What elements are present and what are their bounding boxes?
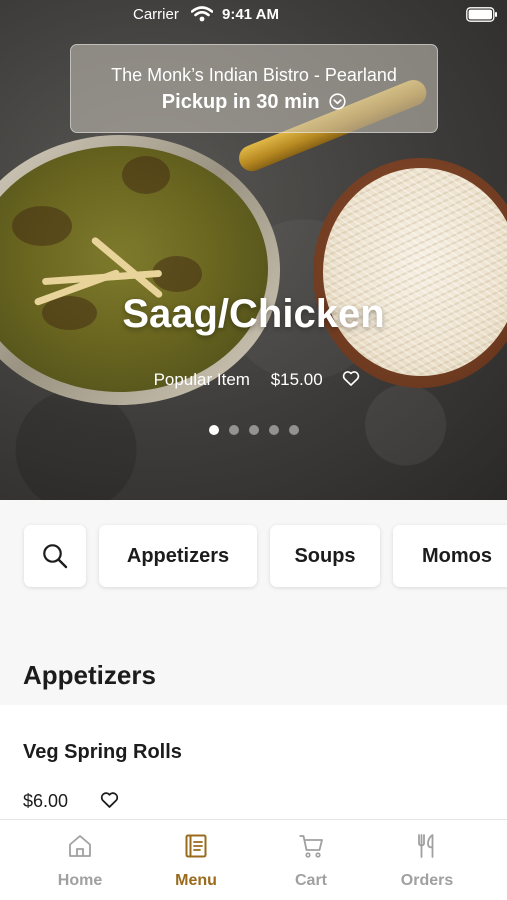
tab-menu-label: Menu	[175, 872, 217, 889]
tab-home-label: Home	[57, 872, 103, 889]
carousel-dot[interactable]	[268, 425, 279, 435]
favorite-heart-icon[interactable]	[341, 368, 361, 388]
category-chip-soups[interactable]: Soups	[270, 525, 380, 587]
tab-menu[interactable]: Menu	[151, 820, 241, 900]
section-title: Appetizers	[23, 660, 156, 690]
search-button[interactable]	[24, 525, 86, 587]
featured-item-title: Saag/Chicken	[122, 292, 385, 336]
restaurant-name: The Monk’s Indian Bistro - Pearland	[111, 65, 397, 85]
tab-cart-label: Cart	[294, 872, 327, 889]
hero-banner[interactable]: Carrier 9:41 AM The Monk’s Indian Bistro…	[0, 0, 507, 500]
status-time: 9:41 AM	[222, 6, 279, 23]
menu-item-price: $6.00	[23, 791, 69, 811]
chevron-down-circle-icon	[329, 93, 346, 110]
category-chip-momos[interactable]: Momos	[393, 525, 507, 587]
tab-orders[interactable]: Orders	[382, 820, 472, 900]
pickup-time-selector[interactable]: Pickup in 30 min	[71, 91, 437, 114]
carrier-label: Carrier	[133, 6, 179, 23]
carousel-dot[interactable]	[288, 425, 299, 435]
popular-tag: Popular Item	[153, 370, 250, 389]
status-bar: Carrier 9:41 AM	[0, 0, 507, 30]
fork-knife-icon	[418, 834, 434, 858]
tab-orders-label: Orders	[400, 872, 454, 889]
pickup-time-label: Pickup in 30 min	[161, 91, 320, 113]
featured-item-meta: Popular Item $15.00	[0, 368, 507, 390]
menu-item-card[interactable]: Veg Spring Rolls $6.00	[0, 705, 507, 820]
menu-book-icon	[185, 834, 207, 858]
tab-home[interactable]: Home	[35, 820, 125, 900]
carousel-dot[interactable]	[248, 425, 259, 435]
category-strip[interactable]: Appetizers Soups Momos	[0, 500, 507, 650]
bottom-tab-bar: Home Menu Cart Orders	[0, 819, 507, 900]
category-chip-appetizers[interactable]: Appetizers	[99, 525, 257, 587]
menu-item-name: Veg Spring Rolls	[23, 741, 182, 763]
cart-icon	[299, 835, 323, 858]
carousel-dot[interactable]	[208, 425, 219, 435]
featured-price: $15.00	[270, 370, 323, 389]
carousel-pagination[interactable]	[0, 422, 507, 440]
battery-icon	[466, 7, 497, 22]
tab-cart[interactable]: Cart	[266, 820, 356, 900]
carousel-dot[interactable]	[228, 425, 239, 435]
home-icon	[69, 835, 91, 857]
search-icon	[43, 544, 68, 569]
location-pickup-card[interactable]: The Monk’s Indian Bistro - Pearland Pick…	[70, 44, 438, 133]
wifi-icon	[191, 6, 213, 22]
rice-image	[323, 168, 507, 376]
favorite-heart-icon[interactable]	[99, 789, 120, 810]
